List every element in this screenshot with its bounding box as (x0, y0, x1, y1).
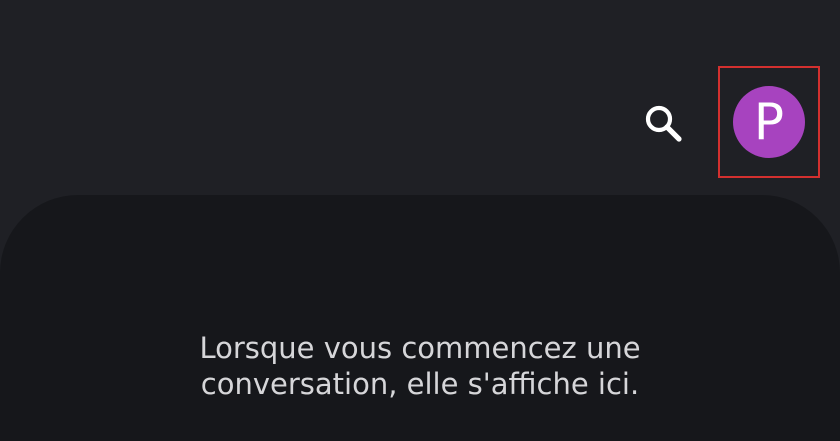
app-screen: P Lorsque vous commencez une conversatio… (0, 0, 840, 441)
conversation-list-panel: Lorsque vous commencez une conversation,… (0, 195, 840, 441)
empty-conversation-message: Lorsque vous commencez une conversation,… (0, 330, 840, 402)
empty-message-line-2: conversation, elle s'affiche ici. (200, 367, 640, 401)
search-icon (645, 105, 682, 142)
account-avatar-button[interactable]: P (718, 66, 820, 178)
search-button[interactable] (636, 96, 692, 152)
top-bar: P (0, 0, 840, 195)
avatar: P (733, 86, 805, 158)
empty-message-line-1: Lorsque vous commencez une (199, 331, 641, 365)
